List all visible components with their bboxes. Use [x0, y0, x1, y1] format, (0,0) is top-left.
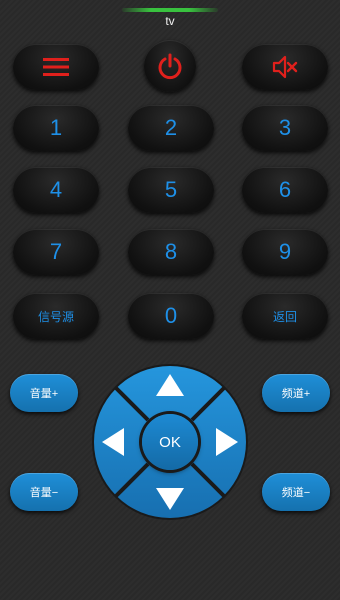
- right-button[interactable]: [212, 426, 242, 458]
- menu-icon: [43, 58, 69, 76]
- digit-0-button[interactable]: 0: [128, 293, 214, 339]
- left-button[interactable]: [98, 426, 128, 458]
- digit-6-button[interactable]: 6: [242, 167, 328, 213]
- digit-5-button[interactable]: 5: [128, 167, 214, 213]
- arrow-left-icon: [102, 428, 124, 456]
- digit-1-button[interactable]: 1: [13, 105, 99, 151]
- volume-up-button[interactable]: 音量+: [10, 374, 78, 412]
- power-button[interactable]: [144, 40, 196, 92]
- digit-8-button[interactable]: 8: [128, 229, 214, 275]
- power-icon: [158, 53, 182, 80]
- mute-button[interactable]: [242, 44, 328, 90]
- arrow-down-icon: [156, 488, 184, 510]
- up-button[interactable]: [154, 370, 186, 400]
- source-button[interactable]: 信号源: [13, 293, 99, 339]
- mute-icon: [272, 55, 298, 79]
- digit-2-button[interactable]: 2: [128, 105, 214, 151]
- direction-pad: OK: [90, 362, 250, 522]
- down-button[interactable]: [154, 484, 186, 514]
- volume-down-button[interactable]: 音量−: [10, 473, 78, 511]
- page-title: tv: [165, 14, 175, 28]
- back-button[interactable]: 返回: [242, 293, 328, 339]
- digit-7-button[interactable]: 7: [13, 229, 99, 275]
- digit-3-button[interactable]: 3: [242, 105, 328, 151]
- digit-4-button[interactable]: 4: [13, 167, 99, 213]
- channel-down-button[interactable]: 频道−: [262, 473, 330, 511]
- menu-button[interactable]: [13, 44, 99, 90]
- arrow-right-icon: [216, 428, 238, 456]
- channel-up-button[interactable]: 频道+: [262, 374, 330, 412]
- ok-button[interactable]: OK: [142, 414, 198, 470]
- status-indicator-bar: [122, 8, 218, 12]
- digit-9-button[interactable]: 9: [242, 229, 328, 275]
- arrow-up-icon: [156, 374, 184, 396]
